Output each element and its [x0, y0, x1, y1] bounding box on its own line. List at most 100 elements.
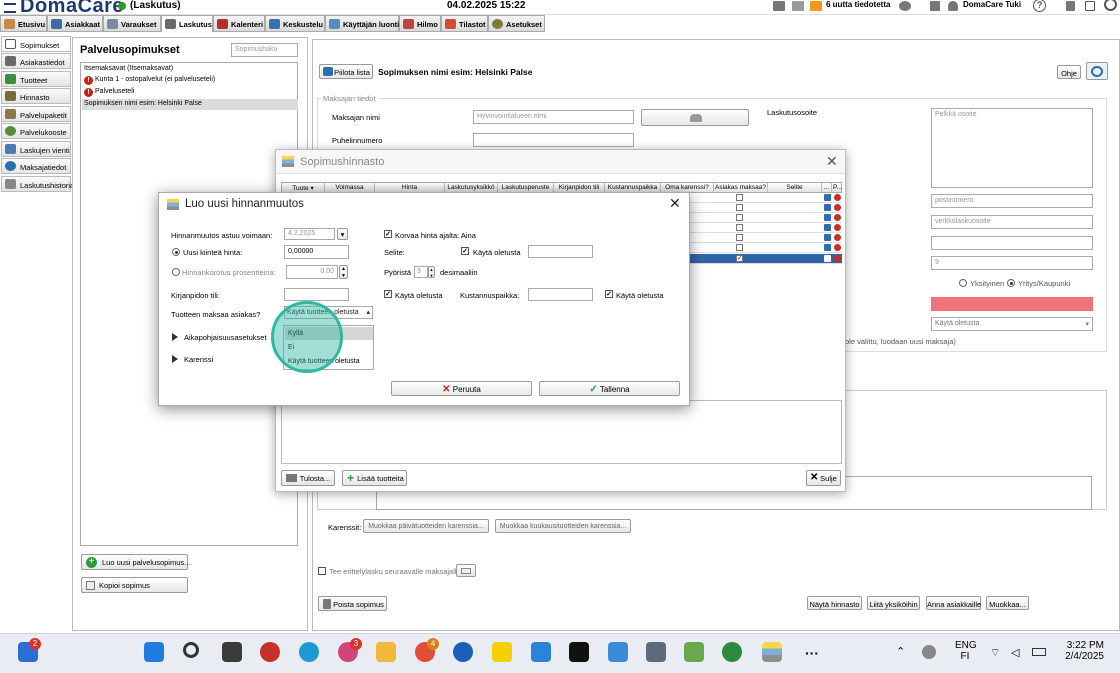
start-icon[interactable]	[144, 642, 164, 662]
chat-icon[interactable]	[899, 1, 911, 11]
fixed-price-radio[interactable]	[172, 248, 180, 256]
assign-units-button[interactable]: Liitä yksiköihin	[867, 596, 920, 610]
delete-icon[interactable]	[834, 255, 841, 262]
delete-icon[interactable]	[834, 224, 841, 231]
delete-icon[interactable]	[834, 244, 841, 251]
logout-icon[interactable]	[1085, 1, 1095, 11]
edit-icon[interactable]	[824, 224, 831, 231]
radio-company[interactable]	[1007, 279, 1015, 287]
default-select[interactable]: Käytä oletusta ▾	[931, 317, 1093, 331]
extra-input[interactable]	[931, 236, 1093, 250]
list-item[interactable]: ! Palveluseteli	[82, 87, 298, 98]
edge-icon[interactable]	[299, 642, 319, 662]
effective-date-input[interactable]: 4.2.2025	[284, 228, 335, 240]
address-input[interactable]: Pelkkä osoite	[931, 108, 1093, 188]
sidebar-item-hinnasto[interactable]: Hinnasto	[1, 88, 71, 104]
notifications-text[interactable]: 6 uutta tiedotetta	[826, 0, 890, 9]
hs-app-icon[interactable]	[722, 642, 742, 662]
assign-customers-button[interactable]: Anna asiakkaille	[926, 596, 981, 610]
edit-icon[interactable]	[824, 234, 831, 241]
edit-icon[interactable]	[824, 194, 831, 201]
wifi-icon[interactable]: ⌔	[990, 646, 1000, 660]
folder-icon[interactable]	[773, 1, 785, 11]
editor-icon[interactable]	[684, 642, 704, 662]
volume-icon[interactable]: ◁	[1011, 646, 1019, 659]
save-button[interactable]: ✓ Tallenna	[539, 381, 680, 396]
search-icon[interactable]	[183, 642, 199, 658]
delete-icon[interactable]	[834, 204, 841, 211]
close-icon[interactable]: ✕	[669, 195, 681, 212]
edit-daily-grace-button[interactable]: Muokkaa päivätuotteiden karenssia...	[363, 519, 489, 533]
cost-center-input[interactable]	[528, 288, 593, 301]
edit-icon[interactable]	[824, 244, 831, 251]
account-default-checkbox[interactable]	[384, 290, 392, 298]
edit-icon[interactable]	[824, 214, 831, 221]
calculator-icon[interactable]	[646, 642, 666, 662]
lock-icon[interactable]	[1066, 1, 1075, 11]
edit-monthly-grace-button[interactable]: Muokkaa kuukausituotteiden karenssia...	[495, 519, 631, 533]
delete-icon[interactable]	[834, 214, 841, 221]
column-header[interactable]: Selite	[768, 183, 822, 193]
list-item[interactable]: ! Kunta 1 - ostopalvelut (ei palvelusetel…	[82, 75, 298, 86]
customer-pays-checkbox[interactable]: ✓	[736, 255, 743, 262]
domacare-taskbar-icon[interactable]	[762, 642, 782, 662]
tab-varaukset[interactable]: Varaukset	[103, 15, 161, 32]
sidebar-item-palvelukooste[interactable]: Palvelukooste	[1, 123, 71, 139]
help-button[interactable]: Ohje	[1057, 65, 1081, 79]
sidebar-item-asiakastiedot[interactable]: Asiakastiedot	[1, 53, 71, 69]
tab-laskutus[interactable]: Laskutus	[161, 15, 213, 32]
file-explorer-icon[interactable]	[376, 642, 396, 662]
payer-name-input[interactable]: Hyvinvointialueen nimi	[473, 110, 634, 124]
megaphone-icon[interactable]	[810, 1, 822, 11]
list-item[interactable]: Sopimuksen nimi esim: Helsinki Palse	[82, 99, 298, 110]
round-spinner[interactable]: ▲ ▼	[428, 266, 435, 278]
expand-arrow-icon[interactable]	[172, 333, 178, 341]
phone-input[interactable]	[473, 133, 634, 147]
pencil-icon[interactable]	[930, 1, 940, 11]
close-button[interactable]: ✕ Sulje	[806, 470, 841, 486]
hide-list-button[interactable]: Piilota lista	[319, 64, 373, 79]
cancel-button[interactable]: ✕ Peruuta	[391, 381, 532, 396]
copy-contract-button[interactable]: Kopioi sopimus	[81, 577, 188, 593]
round-input[interactable]: 3	[414, 266, 428, 278]
delete-icon[interactable]	[834, 234, 841, 241]
tab-hilmo[interactable]: Hilmo	[399, 15, 441, 32]
tab-asetukset[interactable]: Asetukset	[488, 15, 545, 32]
notepad-icon[interactable]	[608, 642, 628, 662]
description-input[interactable]	[528, 245, 593, 258]
replace-price-checkbox[interactable]	[384, 230, 392, 238]
column-header[interactable]: ...	[822, 183, 832, 193]
edit-button[interactable]: Muokkaa...	[986, 596, 1029, 610]
tab-etusivu[interactable]: Etusivu	[0, 15, 47, 32]
account-input[interactable]	[284, 288, 349, 301]
user-name[interactable]: DomaCare Tuki	[963, 0, 1021, 9]
delete-contract-button[interactable]: Poista sopimus	[318, 596, 387, 611]
postal-code-input[interactable]: postinumero	[931, 194, 1093, 208]
edit-icon[interactable]	[824, 204, 831, 211]
system-clock[interactable]: 3:22 PM 2/4/2025	[1062, 640, 1104, 662]
password-manager-icon[interactable]	[453, 642, 473, 662]
column-header[interactable]: P...	[832, 183, 843, 193]
time-template-toggle[interactable]: Aikapohjaisuusasetukset	[184, 333, 267, 342]
percent-input[interactable]: 0,00	[286, 265, 338, 279]
sticky-notes-icon[interactable]	[492, 642, 512, 662]
sidebar-item-tuotteet[interactable]: Tuotteet	[1, 71, 71, 87]
show-pricelist-button[interactable]: Näytä hinnasto	[807, 596, 862, 610]
percent-raise-radio[interactable]	[172, 268, 180, 276]
app-icon[interactable]	[260, 642, 280, 662]
contract-search-input[interactable]: Sopimushaku	[231, 43, 298, 57]
print-button[interactable]: Tulosta...	[281, 470, 335, 486]
sidebar-item-palvelupaketit[interactable]: Palvelupaketit	[1, 106, 71, 122]
menu-icon[interactable]	[4, 3, 16, 13]
cloud-icon[interactable]	[922, 645, 936, 659]
select-payer-button[interactable]	[641, 109, 749, 126]
customer-pays-checkbox[interactable]	[736, 234, 743, 241]
fixed-price-input[interactable]: 0,00000	[284, 245, 349, 259]
customer-pays-checkbox[interactable]	[736, 214, 743, 221]
tab-kayttajan-luonti[interactable]: Käyttäjän luonti	[325, 15, 399, 32]
refresh-button[interactable]	[1086, 62, 1108, 80]
radio-private[interactable]	[959, 279, 967, 287]
description-default-checkbox[interactable]	[461, 247, 469, 255]
add-products-button[interactable]: + Lisää tuotteita	[342, 470, 407, 486]
keyboard-button[interactable]	[456, 564, 476, 577]
